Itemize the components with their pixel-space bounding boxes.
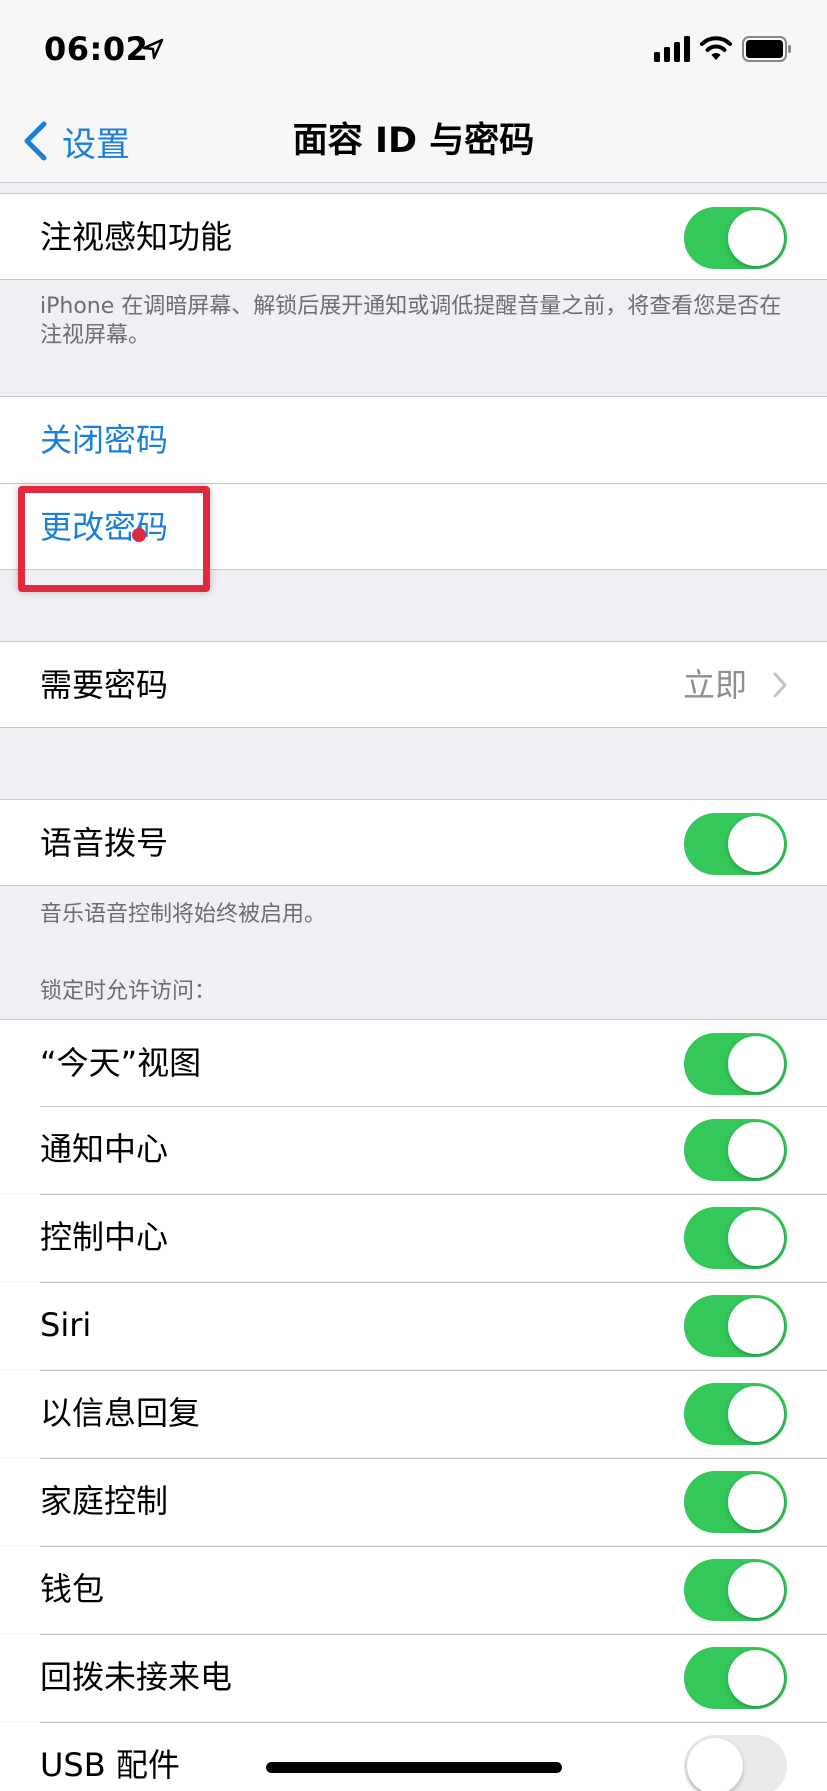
locked-access-label: Siri	[40, 1306, 92, 1344]
locked-access-label: USB 配件	[40, 1746, 180, 1784]
locked-access-row-reply-with-message: 以信息回复	[0, 1370, 827, 1457]
cellular-signal-icon	[654, 36, 690, 62]
page-title: 面容 ID 与密码	[292, 121, 535, 161]
usb-accessories-toggle[interactable]	[684, 1735, 787, 1791]
control-center-toggle[interactable]	[684, 1207, 787, 1269]
wallet-toggle[interactable]	[684, 1559, 787, 1621]
locked-access-row-control-center: 控制中心	[0, 1194, 827, 1281]
voice-dial-footer: 音乐语音控制将始终被启用。	[40, 902, 327, 927]
locked-access-label: 控制中心	[40, 1218, 169, 1256]
locked-access-label: 家庭控制	[40, 1482, 169, 1520]
navigation-bar: 设置 面容 ID 与密码	[0, 100, 827, 183]
locked-access-label: 钱包	[40, 1570, 105, 1608]
voice-dial-row: 语音拨号	[0, 799, 827, 886]
voice-dial-label: 语音拨号	[40, 824, 169, 862]
toggle-knob	[728, 1210, 784, 1266]
home-indicator[interactable]	[266, 1762, 562, 1773]
siri-toggle[interactable]	[684, 1295, 787, 1357]
toggle-knob	[728, 1298, 784, 1354]
attention-aware-toggle[interactable]	[684, 207, 787, 269]
toggle-knob	[728, 1474, 784, 1530]
locked-access-row-today-view: “今天”视图	[0, 1019, 827, 1106]
today-view-toggle[interactable]	[684, 1033, 787, 1095]
toggle-knob	[687, 1738, 743, 1791]
toggle-knob	[728, 1650, 784, 1706]
turn-off-passcode-label: 关闭密码	[40, 421, 169, 459]
locked-access-row-wallet: 钱包	[0, 1546, 827, 1633]
status-bar: 06:02	[0, 0, 827, 100]
locked-access-row-notification-center: 通知中心	[0, 1106, 827, 1193]
locked-access-label: “今天”视图	[40, 1044, 202, 1082]
location-arrow-icon	[142, 38, 164, 60]
tap-indicator	[132, 528, 146, 542]
toggle-knob	[728, 816, 784, 872]
toggle-knob	[728, 1036, 784, 1092]
locked-access-label: 以信息回复	[40, 1394, 201, 1432]
toggle-knob	[728, 1562, 784, 1618]
locked-access-header: 锁定时允许访问：	[40, 979, 217, 1004]
battery-icon	[742, 36, 791, 62]
highlight-box	[18, 486, 210, 592]
toggle-knob	[728, 1122, 784, 1178]
locked-access-row-siri: Siri	[0, 1282, 827, 1369]
locked-access-row-return-missed-calls: 回拨未接来电	[0, 1634, 827, 1721]
toggle-knob	[728, 210, 784, 266]
require-passcode-label: 需要密码	[40, 666, 169, 704]
turn-off-passcode-row[interactable]: 关闭密码	[0, 396, 827, 483]
home-control-toggle[interactable]	[684, 1471, 787, 1533]
return-missed-calls-toggle[interactable]	[684, 1647, 787, 1709]
reply-with-message-toggle[interactable]	[684, 1383, 787, 1445]
require-passcode-row[interactable]: 需要密码 立即	[0, 641, 827, 728]
attention-aware-row: 注视感知功能	[0, 193, 827, 280]
locked-access-label: 通知中心	[40, 1130, 169, 1168]
require-passcode-value: 立即	[682, 666, 747, 704]
locked-access-row-usb-accessories: USB 配件	[0, 1722, 827, 1791]
wifi-icon	[700, 36, 732, 60]
voice-dial-toggle[interactable]	[684, 813, 787, 875]
locked-access-row-home-control: 家庭控制	[0, 1458, 827, 1545]
chevron-right-icon	[773, 672, 787, 698]
status-time: 06:02	[44, 30, 149, 68]
notification-center-toggle[interactable]	[684, 1119, 787, 1181]
attention-aware-label: 注视感知功能	[40, 218, 233, 256]
locked-access-label: 回拨未接来电	[40, 1658, 233, 1696]
toggle-knob	[728, 1386, 784, 1442]
attention-aware-footer: iPhone 在调暗屏幕、解锁后展开通知或调低提醒音量之前，将查看您是否在注视屏…	[40, 294, 782, 348]
